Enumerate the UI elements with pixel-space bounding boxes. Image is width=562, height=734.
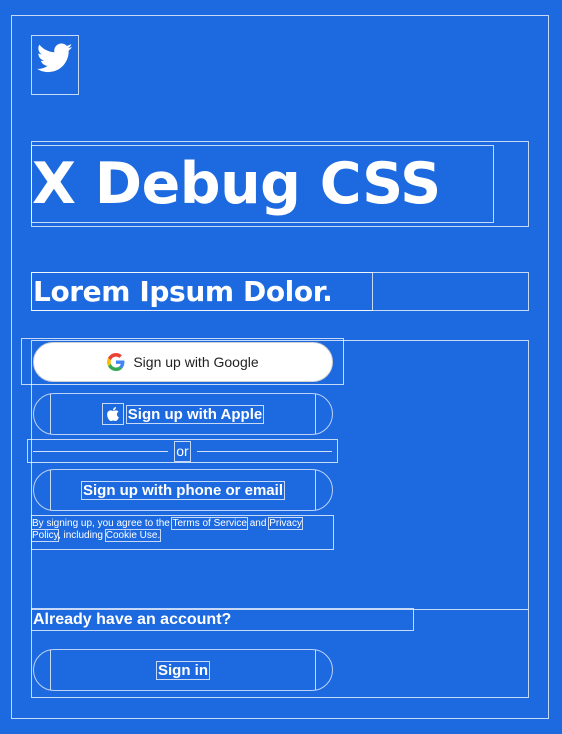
sign-in-button[interactable]: Sign in (33, 649, 333, 691)
phone-button-label: Sign up with phone or email (80, 480, 286, 500)
legal-including: , including (57, 530, 106, 541)
google-button-label: Sign up with Google (133, 354, 259, 370)
divider-line-right (197, 451, 332, 452)
apple-icon (101, 403, 124, 425)
twitter-bird-icon (37, 43, 73, 73)
logo (31, 35, 79, 95)
terms-of-service-link[interactable]: Terms of Service (171, 517, 248, 530)
button-inner-guide (315, 394, 316, 434)
page-subtitle: Lorem Ipsum Dolor. (33, 275, 333, 308)
button-inner-guide (50, 470, 51, 510)
sign-up-apple-button[interactable]: Sign up with Apple (33, 393, 333, 435)
have-account-heading: Already have an account? (33, 611, 232, 628)
button-inner-guide (50, 650, 51, 690)
legal-and: and (246, 518, 270, 529)
legal-notice: By signing up, you agree to the Terms of… (31, 515, 334, 550)
button-inner-guide (315, 470, 316, 510)
apple-button-label: Sign up with Apple (125, 404, 265, 424)
divider-line-left (33, 451, 168, 452)
legal-prefix: By signing up, you agree to the (32, 518, 173, 529)
page-title: X Debug CSS (32, 151, 441, 217)
sign-in-label: Sign in (156, 660, 210, 680)
button-inner-guide (315, 650, 316, 690)
divider-or-text: or (174, 441, 191, 462)
sign-up-phone-email-button[interactable]: Sign up with phone or email (33, 469, 333, 511)
sign-up-google-button[interactable]: Sign up with Google (33, 342, 333, 382)
google-g-icon (107, 353, 125, 371)
button-inner-guide (50, 394, 51, 434)
cookie-use-link[interactable]: Cookie Use. (104, 529, 162, 542)
